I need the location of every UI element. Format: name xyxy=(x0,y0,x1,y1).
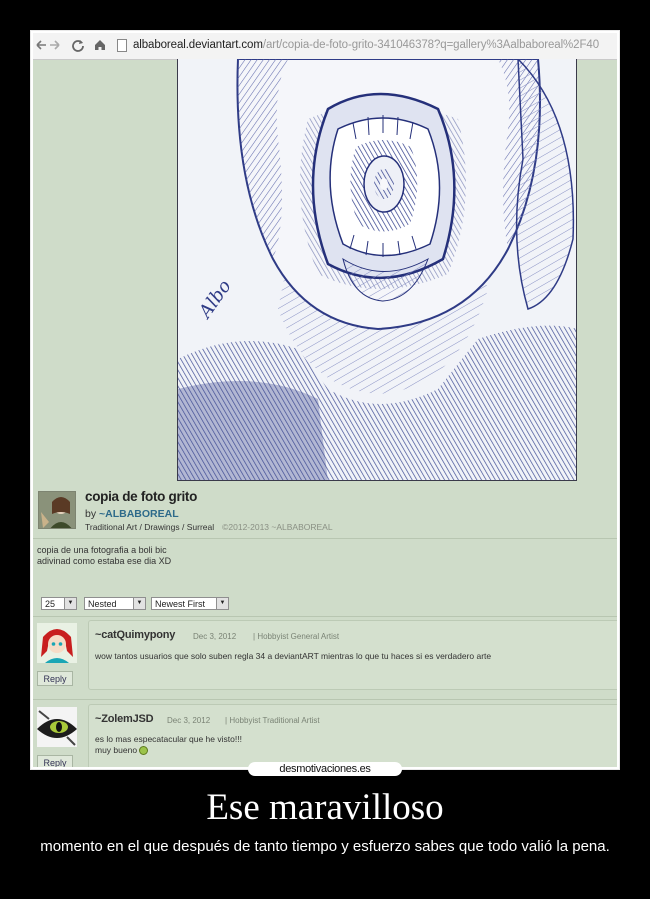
comment-date[interactable]: Dec 3, 2012 xyxy=(167,716,210,725)
per-page-select[interactable]: 25 ▼ xyxy=(41,597,77,610)
description-line: adivinad como estaba ese dia XD xyxy=(37,556,172,566)
sort-order-select[interactable]: Newest First ▼ xyxy=(151,597,229,610)
poster-caption: momento en el que después de tanto tiemp… xyxy=(40,838,610,855)
sort-order-value: Newest First xyxy=(155,599,206,609)
per-page-value: 25 xyxy=(45,599,56,609)
arrow-left-icon[interactable] xyxy=(35,38,47,56)
comment-line-text: muy bueno xyxy=(95,745,138,755)
comment-text: wow tantos usuarios que solo suben regla… xyxy=(95,651,492,661)
role-text: Hobbyist General Artist xyxy=(257,632,340,641)
by-label: by xyxy=(85,508,97,520)
watermark: desmotivaciones.es xyxy=(248,762,402,776)
comment-line: muy bueno xyxy=(95,745,242,756)
comment-user-role: | Hobbyist Traditional Artist xyxy=(225,716,320,725)
page-icon xyxy=(117,39,127,52)
commenter-avatar[interactable] xyxy=(37,707,77,747)
avatar-image xyxy=(37,707,77,747)
role-text: Hobbyist Traditional Artist xyxy=(229,716,320,725)
comment-date[interactable]: Dec 3, 2012 xyxy=(193,632,236,641)
avatar-image xyxy=(37,623,77,663)
commenter-avatar[interactable] xyxy=(37,623,77,663)
divider xyxy=(33,699,617,700)
category-breadcrumb: Traditional Art / Drawings / Surreal ©201… xyxy=(85,522,333,532)
home-icon[interactable] xyxy=(93,38,107,56)
deviation-title: copia de foto grito xyxy=(85,489,198,504)
poster-headline: Ese maravilloso xyxy=(206,787,444,828)
chevron-down-icon: ▼ xyxy=(216,598,228,609)
smiley-icon xyxy=(139,746,149,756)
deviation-byline: by ~ALBABOREAL xyxy=(85,508,179,520)
thread-mode-select[interactable]: Nested ▼ xyxy=(84,597,146,610)
author-avatar[interactable] xyxy=(38,491,76,529)
chevron-down-icon: ▼ xyxy=(64,598,76,609)
deviation-description: copia de una fotografia a boli bic adivi… xyxy=(37,545,171,567)
copyright-text: ©2012-2013 ~ALBABOREAL xyxy=(222,522,333,532)
comment-user-role: | Hobbyist General Artist xyxy=(253,632,340,641)
divider xyxy=(33,616,617,617)
browser-toolbar: albaboreal.deviantart.com/art/copia-de-f… xyxy=(33,33,617,60)
avatar-image xyxy=(39,492,75,528)
author-link[interactable]: ~ALBABOREAL xyxy=(99,508,179,520)
thread-mode-value: Nested xyxy=(88,599,117,609)
address-bar[interactable]: albaboreal.deviantart.com/art/copia-de-f… xyxy=(133,39,599,51)
screenshot-frame: albaboreal.deviantart.com/art/copia-de-f… xyxy=(30,30,620,770)
screaming-face-drawing: Albo xyxy=(178,59,576,480)
comment-line: es lo mas especatacular que he visto!!! xyxy=(95,734,242,744)
comment-text: es lo mas especatacular que he visto!!! … xyxy=(95,734,242,756)
reload-icon[interactable] xyxy=(71,38,85,56)
chevron-down-icon: ▼ xyxy=(133,598,145,609)
browser-screenshot: albaboreal.deviantart.com/art/copia-de-f… xyxy=(33,33,617,767)
category-path[interactable]: Traditional Art / Drawings / Surreal xyxy=(85,522,214,532)
reply-button[interactable]: Reply xyxy=(37,755,73,767)
comment-username[interactable]: ~catQuimypony xyxy=(95,629,175,641)
url-host: albaboreal.deviantart.com xyxy=(133,39,263,51)
arrow-right-icon[interactable] xyxy=(49,38,61,56)
divider xyxy=(33,538,617,539)
artwork-image[interactable]: Albo xyxy=(177,59,577,481)
url-path: /art/copia-de-foto-grito-341046378?q=gal… xyxy=(262,39,599,51)
comment-username[interactable]: ~ZolemJSD xyxy=(95,713,154,725)
description-line: copia de una fotografia a boli bic xyxy=(37,545,167,555)
reply-button[interactable]: Reply xyxy=(37,671,73,686)
